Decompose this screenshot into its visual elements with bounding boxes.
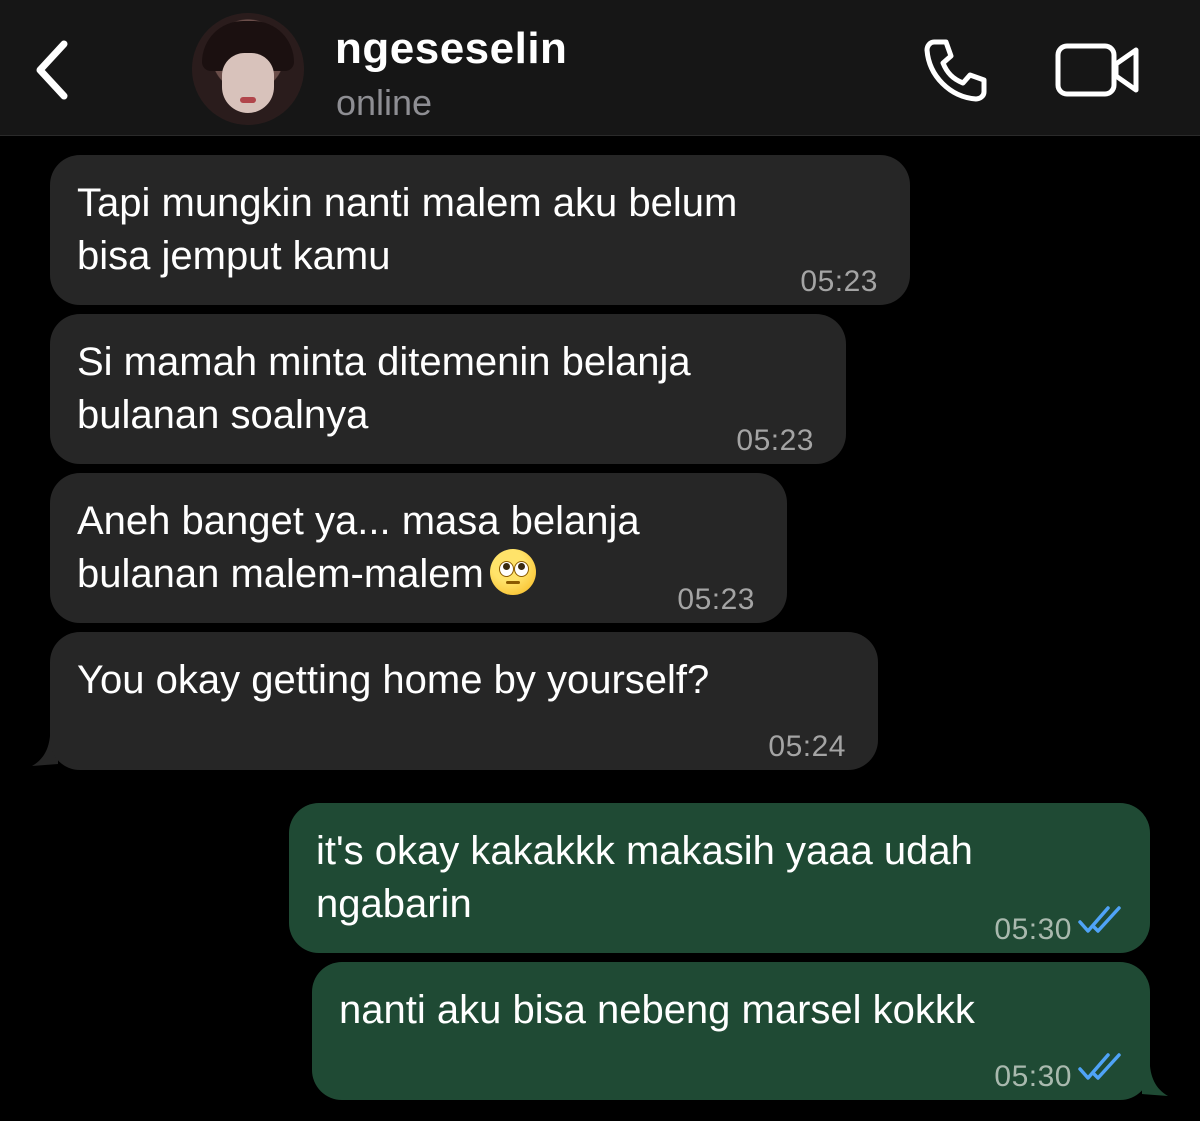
- message-timestamp: 05:23: [800, 265, 878, 298]
- message-text-line: Tapi mungkin nanti malem aku belum: [77, 181, 738, 225]
- message-timestamp: 05:24: [768, 730, 846, 763]
- read-receipt-icon: [1078, 906, 1121, 933]
- message-text-line: You okay getting home by yourself?: [77, 658, 710, 702]
- incoming-message[interactable]: You okay getting home by yourself? 05:24: [50, 632, 878, 770]
- contact-name[interactable]: ngeseselin: [335, 24, 567, 74]
- message-timestamp: 05:23: [677, 583, 755, 616]
- message-timestamp: 05:23: [736, 424, 814, 457]
- video-call-button[interactable]: [1054, 40, 1142, 100]
- message-text: bulanan malem-malem: [77, 552, 484, 596]
- chat-header: ngeseselin online: [0, 0, 1200, 136]
- message-timestamp: 05:30: [994, 1060, 1072, 1093]
- incoming-message[interactable]: Tapi mungkin nanti malem aku belum bisa …: [50, 155, 910, 305]
- incoming-message[interactable]: Aneh banget ya... masa belanja bulanan m…: [50, 473, 787, 623]
- back-button[interactable]: [22, 30, 82, 110]
- avatar-face: [222, 53, 274, 113]
- outgoing-message[interactable]: it's okay kakakkk makasih yaaa udah ngab…: [289, 803, 1150, 953]
- message-text-line: Aneh banget ya... masa belanja: [77, 499, 640, 543]
- message-text-line: bulanan soalnya: [77, 393, 369, 437]
- bubble-tail: [1142, 1050, 1168, 1096]
- face-with-rolling-eyes-icon: [489, 549, 536, 595]
- message-text-line: Si mamah minta ditemenin belanja: [77, 340, 691, 384]
- message-timestamp: 05:30: [994, 913, 1072, 946]
- chevron-left-icon: [36, 40, 68, 100]
- voice-call-button[interactable]: [920, 34, 992, 106]
- contact-avatar[interactable]: [192, 13, 304, 125]
- message-text-line: bulanan malem-malem: [77, 548, 759, 601]
- message-text-line: bisa jemput kamu: [77, 234, 391, 278]
- incoming-message[interactable]: Si mamah minta ditemenin belanja bulanan…: [50, 314, 846, 464]
- message-text-line: it's okay kakakkk makasih yaaa udah: [316, 829, 973, 873]
- phone-icon: [924, 39, 987, 102]
- contact-status: online: [336, 82, 433, 123]
- outgoing-message[interactable]: nanti aku bisa nebeng marsel kokkk 05:30: [312, 962, 1150, 1100]
- read-receipt-icon: [1078, 1053, 1121, 1080]
- avatar-lips: [240, 97, 256, 103]
- video-camera-icon: [1055, 43, 1139, 97]
- message-text-line: nanti aku bisa nebeng marsel kokkk: [339, 988, 975, 1032]
